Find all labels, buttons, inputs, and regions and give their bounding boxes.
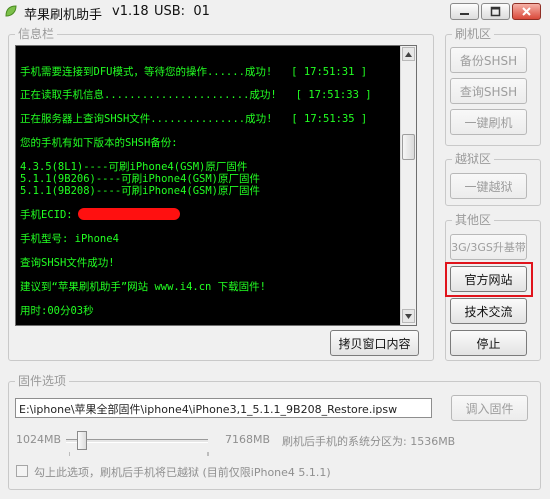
min-size-label: 1024MB [16,433,62,446]
app-version: v1.18 [112,4,149,19]
log-line: 手机型号: iPhone4 [20,233,119,245]
redaction-mark [78,208,180,220]
jailbreak-group-title: 越狱区 [452,151,495,167]
other-group-title: 其他区 [452,212,495,228]
log-line: 手机需要连接到DFU模式，等待您的操作......成功! [ 17:51:31 … [20,66,368,78]
log-line: 用时:00分03秒 [20,305,94,317]
tech-exchange-button[interactable]: 技术交流 [450,298,527,324]
close-icon [522,7,531,16]
maximize-icon [490,6,501,17]
stop-button[interactable]: 停止 [450,330,527,356]
scroll-thumb[interactable] [402,134,415,160]
baseband-upgrade-button[interactable]: 3G/3GS升基带 [450,234,527,260]
log-line: 建议到“苹果刷机助手”网站 www.i4.cn 下载固件! [20,281,267,293]
info-panel-title: 信息栏 [15,26,58,42]
log-line: 4.3.5(8L1)----可刷iPhone4(GSM)原厂固件 [20,161,248,173]
flash-group-title: 刷机区 [452,26,495,42]
scroll-up-button[interactable] [402,47,415,61]
backup-shsh-button[interactable]: 备份SHSH [450,47,527,73]
arrow-down-icon [405,313,412,319]
firmware-group-title: 固件选项 [15,373,70,389]
log-line: 正在读取手机信息.......................成功! [ 17:… [20,89,372,101]
log-line: 5.1.1(9B208)----可刷iPhone4(GSM)原厂固件 [20,185,261,197]
log-line: 查询SHSH文件成功! [20,257,115,269]
scroll-down-button[interactable] [402,309,415,323]
maximize-button[interactable] [481,3,510,20]
minimize-icon [460,13,469,15]
log-console: 手机需要连接到DFU模式，等待您的操作......成功! [ 17:51:31 … [15,45,417,326]
app-leaf-icon [5,5,17,17]
jailbreak-option-label: 勾上此选项，刷机后手机将已越狱 (目前仅限iPhone4 5.1.1) [34,466,331,479]
partition-slider-track[interactable] [66,439,208,443]
one-click-jailbreak-button[interactable]: 一键越狱 [450,173,527,199]
log-line: 您的手机有如下版本的SHSH备份: [20,137,178,149]
annotation-highlight-box [445,262,533,297]
minimize-button[interactable] [450,3,479,20]
one-click-flash-button[interactable]: 一键刷机 [450,109,527,135]
log-line: 5.1.1(9B206)----可刷iPhone4(GSM)原厂固件 [20,173,261,185]
usb-status: USB: 01 [154,4,210,19]
partition-size-text: 刷机后手机的系统分区为: 1536MB [282,435,456,448]
log-line: 手机ECID: [20,209,73,221]
firmware-path-field[interactable]: E:\iphone\苹果全部固件\iphone4\iPhone3,1_5.1.1… [15,398,432,418]
copy-log-button[interactable]: 拷贝窗口内容 [330,330,419,356]
jailbreak-option-checkbox[interactable] [16,465,28,477]
console-scrollbar[interactable] [400,46,416,325]
import-firmware-button[interactable]: 调入固件 [451,395,528,421]
max-size-label: 7168MB [225,433,271,446]
app-title: 苹果刷机助手 [24,8,103,23]
log-line: 正在服务器上查询SHSH文件...............成功! [ 17:51… [20,113,368,125]
partition-slider-thumb[interactable] [77,431,87,450]
slider-ticks [69,452,209,456]
query-shsh-button[interactable]: 查询SHSH [450,78,527,104]
arrow-up-icon [405,51,412,57]
close-button[interactable] [512,3,541,20]
